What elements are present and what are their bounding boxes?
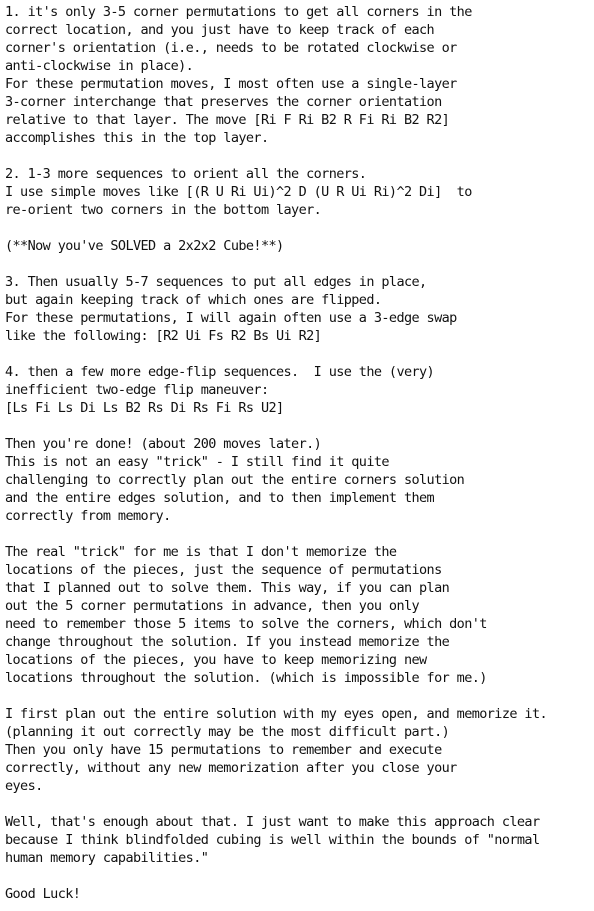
text-line: (**Now you've SOLVED a 2x2x2 Cube!**) (5, 238, 284, 254)
text-line: For these permutations, I will again oft… (5, 310, 457, 326)
text-line: eyes. (5, 778, 43, 794)
text-line: accomplishes this in the top layer. (5, 130, 269, 146)
text-line: 4. then a few more edge-flip sequences. … (5, 364, 435, 380)
text-line: because I think blindfolded cubing is we… (5, 832, 540, 848)
text-line: Well, that's enough about that. I just w… (5, 814, 540, 830)
text-line: locations of the pieces, you have to kee… (5, 652, 427, 668)
text-line: human memory capabilities." (5, 850, 209, 866)
text-line: re-orient two corners in the bottom laye… (5, 202, 322, 218)
text-line: locations throughout the solution. (whic… (5, 670, 487, 686)
text-line: out the 5 corner permutations in advance… (5, 598, 420, 614)
text-line: change throughout the solution. If you i… (5, 634, 450, 650)
text-line: need to remember those 5 items to solve … (5, 616, 487, 632)
text-line: challenging to correctly plan out the en… (5, 472, 465, 488)
text-line: corner's orientation (i.e., needs to be … (5, 40, 457, 56)
text-line: and the entire edges solution, and to th… (5, 490, 435, 506)
text-line: I first plan out the entire solution wit… (5, 706, 548, 722)
text-line: locations of the pieces, just the sequen… (5, 562, 442, 578)
text-line: relative to that layer. The move [Ri F R… (5, 112, 450, 128)
text-line: that I planned out to solve them. This w… (5, 580, 450, 596)
text-line: correctly from memory. (5, 508, 171, 524)
text-line: Good Luck! (5, 886, 81, 902)
text-line: 2. 1-3 more sequences to orient all the … (5, 166, 367, 182)
text-line: For these permutation moves, I most ofte… (5, 76, 457, 92)
document-body: 1. it's only 3-5 corner permutations to … (5, 3, 594, 903)
text-line: (planning it out correctly may be the mo… (5, 724, 450, 740)
text-line: I use simple moves like [(R U Ri Ui)^2 D… (5, 184, 472, 200)
text-line: [Ls Fi Ls Di Ls B2 Rs Di Rs Fi Rs U2] (5, 400, 284, 416)
text-line: inefficient two-edge flip maneuver: (5, 382, 269, 398)
text-line: This is not an easy "trick" - I still fi… (5, 454, 390, 470)
text-line: The real "trick" for me is that I don't … (5, 544, 397, 560)
text-line: 3. Then usually 5-7 sequences to put all… (5, 274, 427, 290)
text-line: but again keeping track of which ones ar… (5, 292, 382, 308)
text-line: Then you're done! (about 200 moves later… (5, 436, 322, 452)
text-line: correctly, without any new memorization … (5, 760, 457, 776)
text-line: anti-clockwise in place). (5, 58, 194, 74)
text-line: like the following: [R2 Ui Fs R2 Bs Ui R… (5, 328, 322, 344)
text-line: 3-corner interchange that preserves the … (5, 94, 442, 110)
text-line: correct location, and you just have to k… (5, 22, 435, 38)
text-line: 1. it's only 3-5 corner permutations to … (5, 4, 472, 20)
text-line: Then you only have 15 permutations to re… (5, 742, 442, 758)
